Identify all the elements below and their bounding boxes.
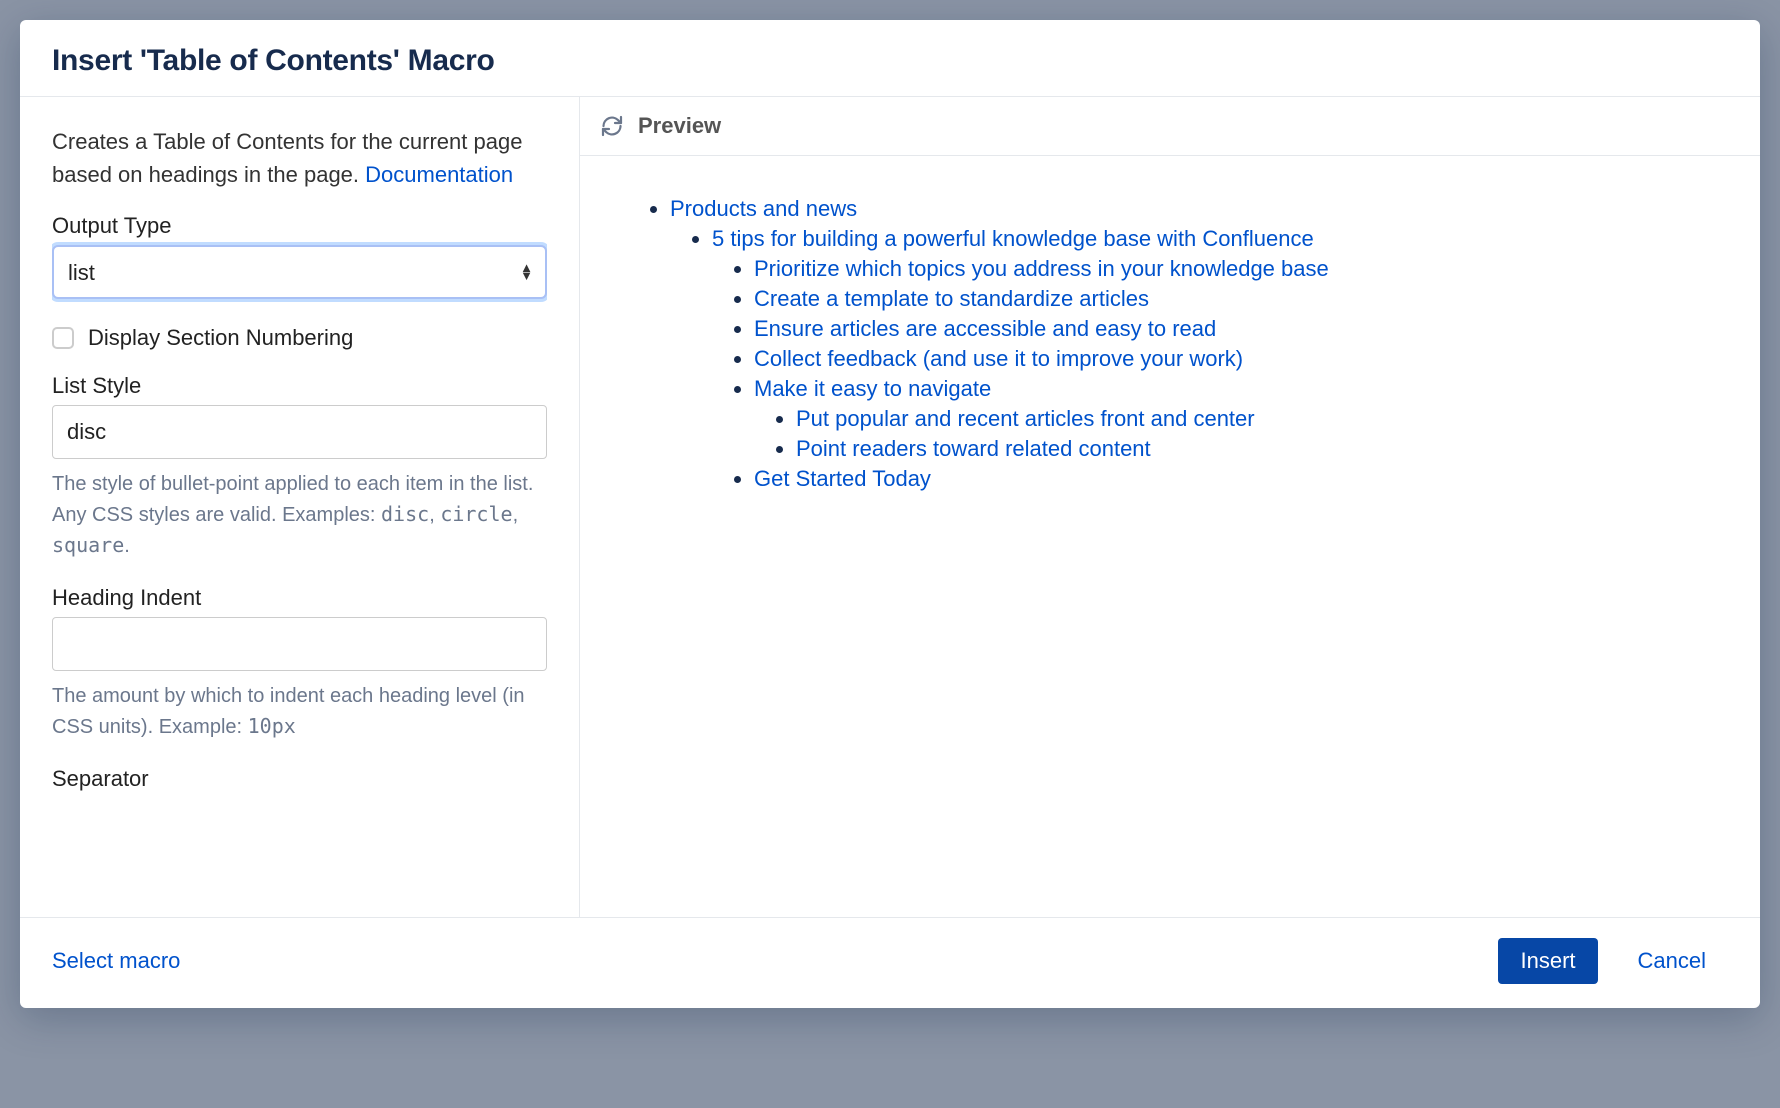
settings-inner: Creates a Table of Contents for the curr… — [52, 125, 547, 917]
dialog-footer: Select macro Insert Cancel — [20, 917, 1760, 1008]
macro-dialog: Insert 'Table of Contents' Macro Creates… — [20, 20, 1760, 1008]
toc-link[interactable]: Ensure articles are accessible and easy … — [754, 316, 1216, 341]
toc-item: 5 tips for building a powerful knowledge… — [712, 226, 1712, 492]
toc-link[interactable]: Get Started Today — [754, 466, 931, 491]
toc-link[interactable]: Point readers toward related content — [796, 436, 1151, 461]
cancel-button[interactable]: Cancel — [1616, 938, 1728, 984]
list-style-input[interactable] — [52, 405, 547, 459]
heading-indent-label: Heading Indent — [52, 585, 547, 611]
toc-item: Put popular and recent articles front an… — [796, 406, 1712, 432]
macro-description: Creates a Table of Contents for the curr… — [52, 125, 547, 191]
heading-indent-example: 10px — [248, 714, 296, 738]
toc-item: Prioritize which topics you address in y… — [754, 256, 1712, 282]
list-style-example: square — [52, 533, 124, 557]
list-style-example: disc — [381, 502, 429, 526]
heading-indent-input[interactable] — [52, 617, 547, 671]
dialog-title: Insert 'Table of Contents' Macro — [52, 44, 1728, 78]
toc-item: Point readers toward related content — [796, 436, 1712, 462]
toc-link[interactable]: 5 tips for building a powerful knowledge… — [712, 226, 1314, 251]
dialog-body: Creates a Table of Contents for the curr… — [20, 97, 1760, 917]
preview-body: Products and news 5 tips for building a … — [580, 156, 1760, 532]
list-style-example: circle — [440, 502, 512, 526]
display-section-numbering-label: Display Section Numbering — [88, 325, 353, 351]
settings-panel: Creates a Table of Contents for the curr… — [20, 97, 580, 917]
dialog-header: Insert 'Table of Contents' Macro — [20, 20, 1760, 97]
preview-header: Preview — [580, 97, 1760, 156]
toc-item: Make it easy to navigate Put popular and… — [754, 376, 1712, 462]
preview-panel: Preview Products and news 5 tips for bui… — [580, 97, 1760, 917]
output-type-select[interactable]: list — [52, 245, 547, 299]
toc-link[interactable]: Collect feedback (and use it to improve … — [754, 346, 1243, 371]
documentation-link[interactable]: Documentation — [365, 162, 513, 187]
toc-link[interactable]: Put popular and recent articles front an… — [796, 406, 1255, 431]
select-macro-link[interactable]: Select macro — [52, 948, 180, 974]
output-type-select-wrap: list ▲▼ — [52, 245, 547, 299]
toc-item: Ensure articles are accessible and easy … — [754, 316, 1712, 342]
toc-link[interactable]: Make it easy to navigate — [754, 376, 991, 401]
toc-link[interactable]: Prioritize which topics you address in y… — [754, 256, 1329, 281]
display-section-numbering-checkbox[interactable] — [52, 327, 74, 349]
toc-list: Products and news 5 tips for building a … — [628, 196, 1712, 492]
preview-title: Preview — [638, 113, 721, 139]
toc-item: Collect feedback (and use it to improve … — [754, 346, 1712, 372]
toc-item: Create a template to standardize article… — [754, 286, 1712, 312]
insert-button[interactable]: Insert — [1498, 938, 1597, 984]
list-style-label: List Style — [52, 373, 547, 399]
toc-item: Products and news 5 tips for building a … — [670, 196, 1712, 492]
toc-link[interactable]: Products and news — [670, 196, 857, 221]
output-type-label: Output Type — [52, 213, 547, 239]
toc-link[interactable]: Create a template to standardize article… — [754, 286, 1149, 311]
toc-item: Get Started Today — [754, 466, 1712, 492]
refresh-icon[interactable] — [600, 114, 624, 138]
list-style-help: The style of bullet-point applied to eac… — [52, 469, 547, 561]
separator-label: Separator — [52, 766, 547, 792]
heading-indent-help: The amount by which to indent each headi… — [52, 681, 547, 742]
display-section-numbering-row[interactable]: Display Section Numbering — [52, 325, 547, 351]
